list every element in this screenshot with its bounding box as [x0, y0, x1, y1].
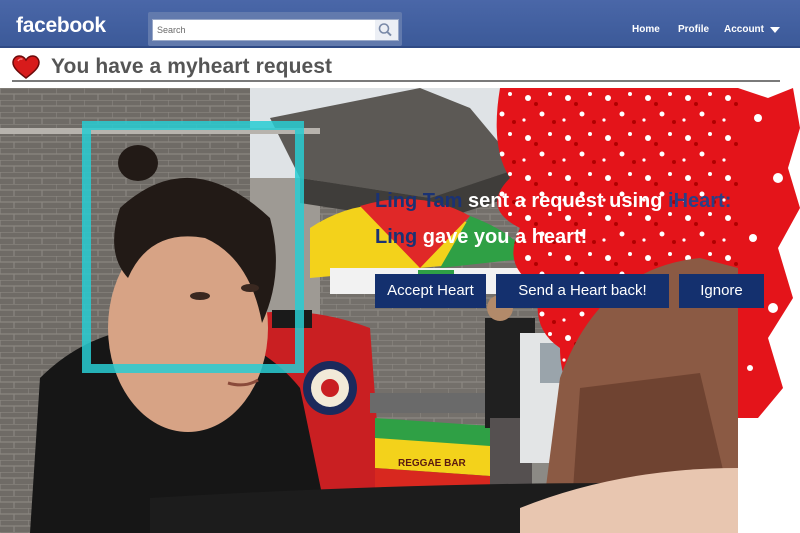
- request-text: sent a request using: [462, 190, 669, 212]
- accept-heart-button[interactable]: Accept Heart: [375, 274, 486, 308]
- send-heart-back-button[interactable]: Send a Heart back!: [496, 274, 669, 308]
- heart-message: gave you a heart!: [417, 226, 588, 248]
- title-divider: [12, 80, 780, 82]
- nav-home-link[interactable]: Home: [632, 24, 660, 35]
- sender-short-name[interactable]: Ling: [375, 226, 417, 248]
- chevron-down-icon[interactable]: [770, 27, 780, 33]
- top-bar: facebook Home Profile Account: [0, 0, 800, 48]
- sender-name-link[interactable]: Ling Tam: [375, 190, 462, 212]
- request-message-line2: Ling gave you a heart!: [375, 226, 587, 249]
- search-icon: [378, 23, 392, 37]
- nav-profile-link[interactable]: Profile: [678, 24, 709, 35]
- heart-icon: [12, 55, 40, 79]
- search-button[interactable]: [375, 19, 399, 41]
- nav-account-link[interactable]: Account: [724, 24, 764, 35]
- ignore-button[interactable]: Ignore: [679, 274, 764, 308]
- face-detection-box: [82, 121, 304, 373]
- request-message-line1: Ling Tam sent a request using iHeart:: [375, 190, 731, 213]
- app-name-link[interactable]: iHeart:: [668, 190, 731, 212]
- red-leaves-overflow: [738, 88, 800, 418]
- top-bar-divider: [0, 46, 800, 48]
- reggae-bar-sign: REGGAE BAR: [398, 458, 467, 469]
- page-title: You have a myheart request: [51, 55, 333, 78]
- facebook-logo[interactable]: facebook: [16, 14, 106, 38]
- search-input[interactable]: [152, 19, 376, 41]
